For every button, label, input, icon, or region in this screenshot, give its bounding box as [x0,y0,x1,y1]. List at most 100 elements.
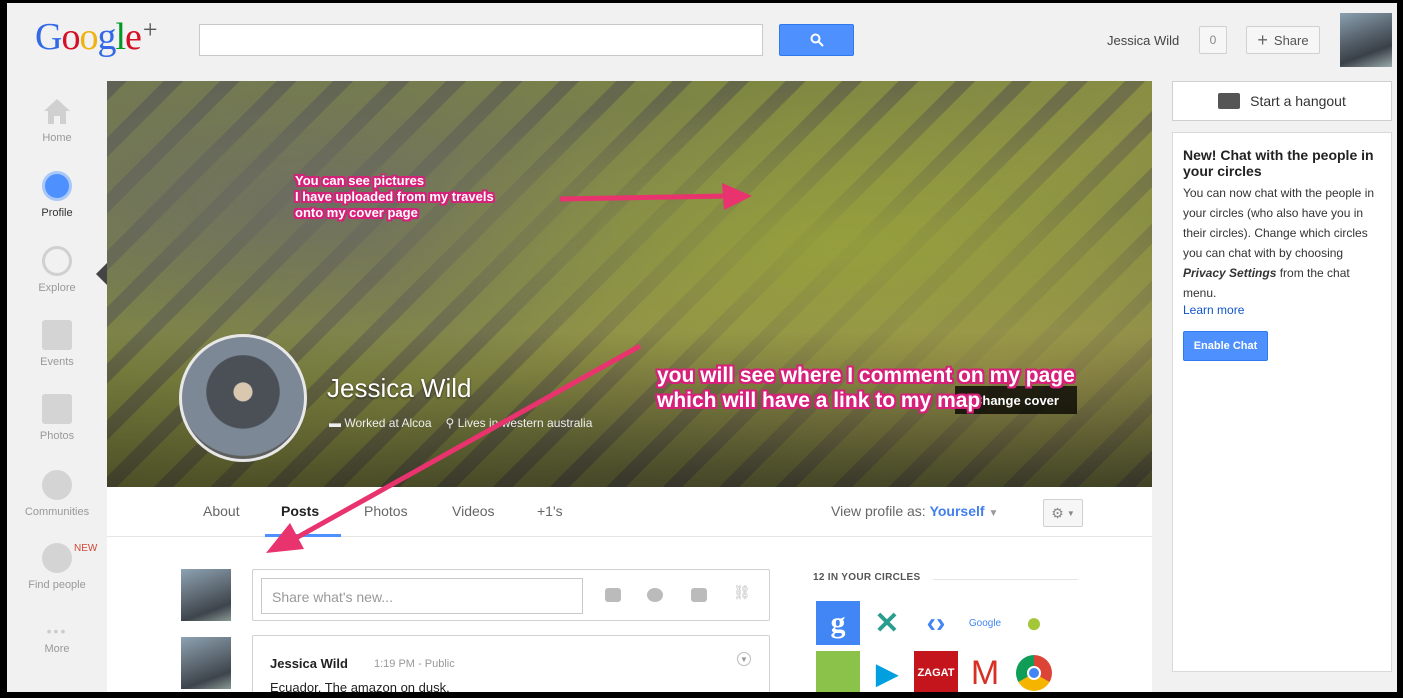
chat-promo-panel: New! Chat with the people in your circle… [1172,132,1392,672]
post-time[interactable]: 1:19 PM [374,658,415,670]
profile-name: Jessica Wild [327,373,472,403]
tab-plus-ones[interactable]: +1's [537,503,563,519]
tab-posts[interactable]: Posts [281,503,319,519]
new-badge: NEW [74,543,98,554]
camera-icon [42,394,72,424]
circle-member-chrome-icon[interactable] [1012,651,1056,692]
post-visibility: Public [424,658,455,670]
plus-icon: + [1257,29,1268,50]
post-text: Ecuador, The amazon on dusk. [270,680,450,692]
nav-item-more[interactable]: ••• More [7,623,107,655]
circle-member-developers-icon[interactable]: ‹› [914,601,958,645]
top-bar: Google+ Jessica Wild 0 + Share [7,3,1397,77]
circle-member-play-icon[interactable]: ▶ [865,651,909,692]
share-button-label: Share [1273,32,1309,48]
chat-promo-title: New! Chat with the people in your circle… [1183,147,1374,179]
chat-promo-body: You can now chat with the people in your… [1183,186,1375,300]
nav-item-events[interactable]: Events [7,320,107,368]
post-author[interactable]: Jessica Wild [270,656,348,671]
google-plus-logo[interactable]: Google+ [35,15,158,59]
profile-main: You can see pictures I have uploaded fro… [107,81,1152,692]
tab-photos[interactable]: Photos [364,503,408,519]
share-input[interactable]: Share what's new... [261,578,583,614]
gear-icon: ⚙ [1051,504,1064,521]
search-input[interactable] [199,24,763,56]
profile-photo[interactable] [179,334,307,462]
start-hangout-label: Start a hangout [1250,93,1346,109]
nav-item-communities[interactable]: Communities [7,470,107,518]
video-camera-icon [1218,93,1241,109]
view-profile-as[interactable]: View profile as: Yourself ▼ [831,503,998,519]
nav-item-find-people[interactable]: NEW Find people [7,543,107,591]
nav-item-explore[interactable]: Explore [7,246,107,294]
communities-icon [42,470,72,500]
find-people-icon [42,543,72,573]
nav-label-communities: Communities [24,506,90,518]
nav-label-explore: Explore [38,282,76,294]
add-photo-icon[interactable] [605,588,621,602]
user-name-link[interactable]: Jessica Wild [1107,33,1179,48]
profile-work: Worked at Alcoa [344,416,432,430]
add-link-icon[interactable]: ⛓ [733,584,751,600]
post-card: Jessica Wild 1:19 PM - Public Ecuador, T… [252,635,770,692]
active-tab-indicator [265,534,341,537]
account-avatar[interactable] [1340,13,1392,67]
nav-label-events: Events [40,356,74,368]
profile-icon [42,171,72,201]
app-frame: Google+ Jessica Wild 0 + Share Home Prof… [7,3,1397,692]
briefcase-icon: ▬ [329,416,341,430]
annotation-comment-note: you will see where I comment on my page … [657,364,1075,412]
enable-chat-button[interactable]: Enable Chat [1183,331,1268,361]
circle-member-zagat-icon[interactable]: ZAGAT [914,651,958,692]
nav-label-profile: Profile [41,207,73,219]
logo-g: G [35,16,62,58]
nav-item-profile[interactable]: Profile [7,171,107,219]
home-icon [42,96,72,126]
left-nav: Home Profile Explore Events Photos Commu… [7,83,107,692]
logo-plus: + [142,15,158,44]
notification-count-button[interactable]: 0 [1199,26,1227,54]
post-meta: 1:19 PM - Public [374,658,455,670]
share-box: Share what's new... ⛓ [252,569,770,621]
add-video-icon[interactable] [647,588,663,602]
nav-label-home: Home [42,132,72,144]
nav-label-photos: Photos [39,430,75,442]
circle-member-android-icon[interactable]: ● [1012,601,1056,645]
annotation-cover-note: You can see pictures I have uploaded fro… [295,173,494,220]
circle-member-gmail-icon[interactable]: M [963,651,1007,692]
chevron-down-icon: ▼ [988,508,999,519]
circle-member-google-icon[interactable]: Google [963,601,1007,645]
nav-item-photos[interactable]: Photos [7,394,107,442]
post-avatar[interactable] [181,637,231,689]
tab-videos[interactable]: Videos [452,503,495,519]
profile-settings-button[interactable]: ⚙ ▼ [1043,499,1083,527]
nav-label-more: More [44,643,70,655]
location-pin-icon: ⚲ [445,416,455,430]
share-button[interactable]: + Share [1246,26,1320,54]
nav-label-find-people: Find people [28,579,86,591]
circle-member-maps-icon[interactable] [816,651,860,692]
tab-about[interactable]: About [203,503,240,519]
more-icon: ••• [46,623,68,639]
learn-more-link[interactable]: Learn more [1183,303,1381,317]
profile-lives: Lives in western australia [457,416,593,430]
search-icon [810,33,824,47]
cover-photo: You can see pictures I have uploaded fro… [107,81,1152,487]
circles-heading[interactable]: 12 IN YOUR CIRCLES [813,572,920,583]
compass-icon [42,246,72,276]
circle-member-google-search-icon[interactable]: g [816,601,860,645]
search-button[interactable] [779,24,854,56]
post-menu-chevron-icon[interactable]: ▼ [737,652,751,666]
view-profile-value: Yourself [929,503,985,519]
profile-tabs: About Posts Photos Videos +1's View prof… [107,487,1152,537]
circle-member-x-icon[interactable]: ✕ [865,601,909,645]
chevron-down-icon: ▼ [1066,508,1075,518]
add-event-icon[interactable] [691,588,707,602]
profile-details: ▬ Worked at Alcoa ⚲ Lives in western aus… [329,416,592,430]
start-hangout-button[interactable]: Start a hangout [1172,81,1392,121]
calendar-icon [42,320,72,350]
nav-item-home[interactable]: Home [7,96,107,144]
share-avatar [181,569,231,621]
privacy-settings-text: Privacy Settings [1183,266,1277,280]
active-nav-pointer [96,263,107,285]
